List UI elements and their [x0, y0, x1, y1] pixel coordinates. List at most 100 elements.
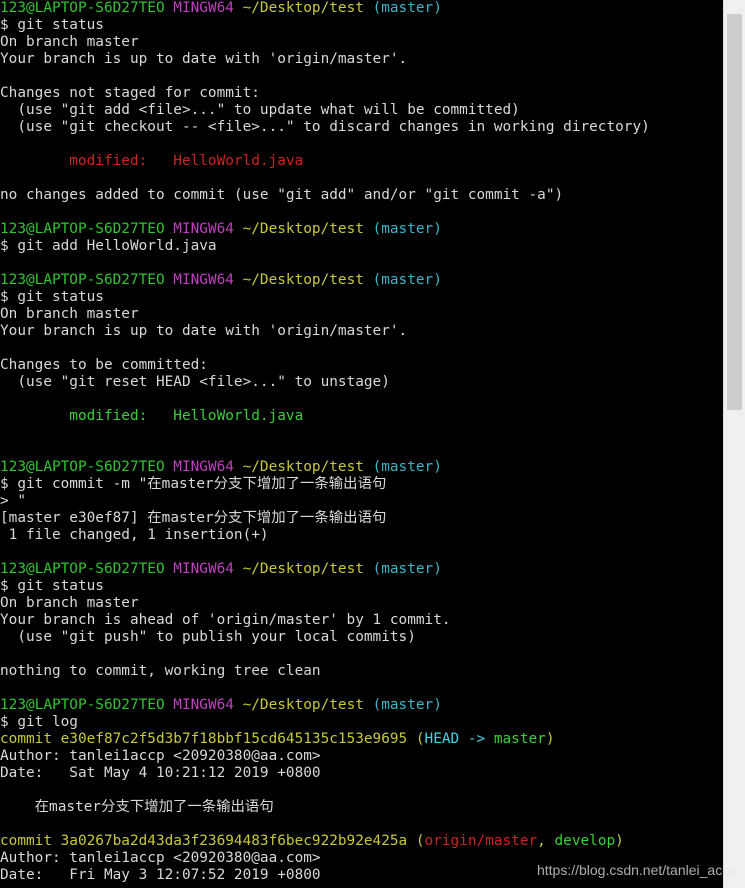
terminal-text: $ git status — [0, 17, 104, 33]
terminal-text: Date: Fri May 3 12:07:52 2019 +0800 — [0, 867, 321, 883]
terminal-line: (use "git add <file>..." to update what … — [0, 102, 722, 119]
terminal-text: (master) — [363, 561, 442, 577]
terminal-text: $ git log — [0, 714, 78, 730]
terminal-text: 123@LAPTOP-S6D27TEO — [0, 459, 165, 475]
terminal-line: $ git status — [0, 289, 722, 306]
terminal-text: > " — [0, 493, 26, 509]
terminal-line: $ git status — [0, 17, 722, 34]
terminal-line: Changes not staged for commit: — [0, 85, 722, 102]
terminal-text: ) — [615, 833, 624, 849]
terminal-text: develop — [554, 833, 616, 849]
terminal-text: ( — [407, 833, 425, 849]
terminal-output[interactable]: 123@LAPTOP-S6D27TEO MINGW64 ~/Desktop/te… — [0, 0, 722, 888]
terminal-text: (master) — [363, 272, 442, 288]
terminal-text: (use "git reset HEAD <file>..." to unsta… — [0, 374, 390, 390]
terminal-line: (use "git reset HEAD <file>..." to unsta… — [0, 374, 722, 391]
terminal-text: ( — [407, 731, 425, 747]
terminal-line: 1 file changed, 1 insertion(+) — [0, 527, 722, 544]
terminal-text: commit 3a0267ba2d43da3f23694483f6bec922b… — [0, 833, 408, 849]
terminal-text: On branch master — [0, 34, 139, 50]
terminal-line: 123@LAPTOP-S6D27TEO MINGW64 ~/Desktop/te… — [0, 459, 722, 476]
terminal-text: Changes to be committed: — [0, 357, 208, 373]
terminal-line: Your branch is ahead of 'origin/master' … — [0, 612, 722, 629]
terminal-line: $ git commit -m "在master分支下增加了一条输出语句 — [0, 476, 722, 493]
terminal-text: Date: Sat May 4 10:21:12 2019 +0800 — [0, 765, 321, 781]
terminal-line: modified: HelloWorld.java — [0, 408, 722, 425]
terminal-text: ) — [545, 731, 555, 747]
terminal-text: On branch master — [0, 306, 139, 322]
scrollbar-thumb[interactable] — [727, 14, 742, 410]
terminal-line: 在master分支下增加了一条输出语句 — [0, 799, 722, 816]
terminal-line: Your branch is up to date with 'origin/m… — [0, 51, 722, 68]
terminal-text: ~/Desktop/test — [233, 561, 364, 577]
terminal-text: $ git status — [0, 289, 104, 305]
terminal-text: ~/Desktop/test — [233, 221, 364, 237]
terminal-line: Your branch is up to date with 'origin/m… — [0, 323, 722, 340]
terminal-text: ~/Desktop/test — [233, 272, 364, 288]
terminal-line: 123@LAPTOP-S6D27TEO MINGW64 ~/Desktop/te… — [0, 0, 722, 17]
terminal-text: 123@LAPTOP-S6D27TEO — [0, 272, 165, 288]
terminal-text: nothing to commit, working tree clean — [0, 663, 321, 679]
terminal-text: commit e30ef87c2f5d3b7f18bbf15cd645135c1… — [0, 731, 408, 747]
terminal-text: ~/Desktop/test — [233, 459, 364, 475]
terminal-text: Your branch is up to date with 'origin/m… — [0, 323, 408, 339]
terminal-text: $ git status — [0, 578, 104, 594]
terminal-text: $ git commit -m "在master分支下增加了一条输出语句 — [0, 476, 387, 492]
terminal-line: $ git add HelloWorld.java — [0, 238, 722, 255]
terminal-line: $ git status — [0, 578, 722, 595]
terminal-text: master — [485, 731, 546, 747]
terminal-text: 123@LAPTOP-S6D27TEO — [0, 561, 165, 577]
terminal-line: $ git log — [0, 714, 722, 731]
terminal-text: ~/Desktop/test — [233, 697, 364, 713]
terminal-line: (use "git push" to publish your local co… — [0, 629, 722, 646]
terminal-text: Author: tanlei1accp <20920380@aa.com> — [0, 850, 321, 866]
terminal-text: Your branch is up to date with 'origin/m… — [0, 51, 408, 67]
terminal-line: 123@LAPTOP-S6D27TEO MINGW64 ~/Desktop/te… — [0, 697, 722, 714]
terminal-text: MINGW64 — [164, 272, 234, 288]
terminal-text: ~/Desktop/test — [233, 0, 364, 16]
terminal-text: modified: HelloWorld.java — [0, 408, 304, 424]
vertical-scrollbar[interactable] — [723, 0, 745, 888]
terminal-text: (master) — [363, 221, 442, 237]
terminal-text: Your branch is ahead of 'origin/master' … — [0, 612, 451, 628]
terminal-text: HEAD -> — [424, 731, 486, 747]
terminal-line: nothing to commit, working tree clean — [0, 663, 722, 680]
terminal-text: $ git add HelloWorld.java — [0, 238, 217, 254]
terminal-line: [master e30ef87] 在master分支下增加了一条输出语句 — [0, 510, 722, 527]
terminal-text: no changes added to commit (use "git add… — [0, 187, 564, 203]
terminal-line: > " — [0, 493, 722, 510]
terminal-text: Changes not staged for commit: — [0, 85, 260, 101]
watermark-text: https://blog.csdn.net/tanlei_accp — [536, 862, 737, 878]
terminal-line: commit e30ef87c2f5d3b7f18bbf15cd645135c1… — [0, 731, 722, 748]
terminal-text: MINGW64 — [164, 459, 234, 475]
terminal-text: (use "git push" to publish your local co… — [0, 629, 416, 645]
terminal-text: 1 file changed, 1 insertion(+) — [0, 527, 269, 543]
terminal-text: (master) — [363, 459, 442, 475]
terminal-line: (use "git checkout -- <file>..." to disc… — [0, 119, 722, 136]
terminal-text: On branch master — [0, 595, 139, 611]
terminal-text: MINGW64 — [164, 561, 234, 577]
terminal-line: commit 3a0267ba2d43da3f23694483f6bec922b… — [0, 833, 722, 850]
terminal-text: origin/master — [424, 833, 538, 849]
terminal-line: 123@LAPTOP-S6D27TEO MINGW64 ~/Desktop/te… — [0, 221, 722, 238]
terminal-text: (use "git checkout -- <file>..." to disc… — [0, 119, 650, 135]
terminal-line: Changes to be committed: — [0, 357, 722, 374]
terminal-line: modified: HelloWorld.java — [0, 153, 722, 170]
terminal-text: MINGW64 — [164, 0, 234, 16]
terminal-text: 123@LAPTOP-S6D27TEO — [0, 697, 165, 713]
terminal-text: MINGW64 — [164, 697, 234, 713]
terminal-line: Date: Sat May 4 10:21:12 2019 +0800 — [0, 765, 722, 782]
terminal-text: (master) — [363, 0, 442, 16]
